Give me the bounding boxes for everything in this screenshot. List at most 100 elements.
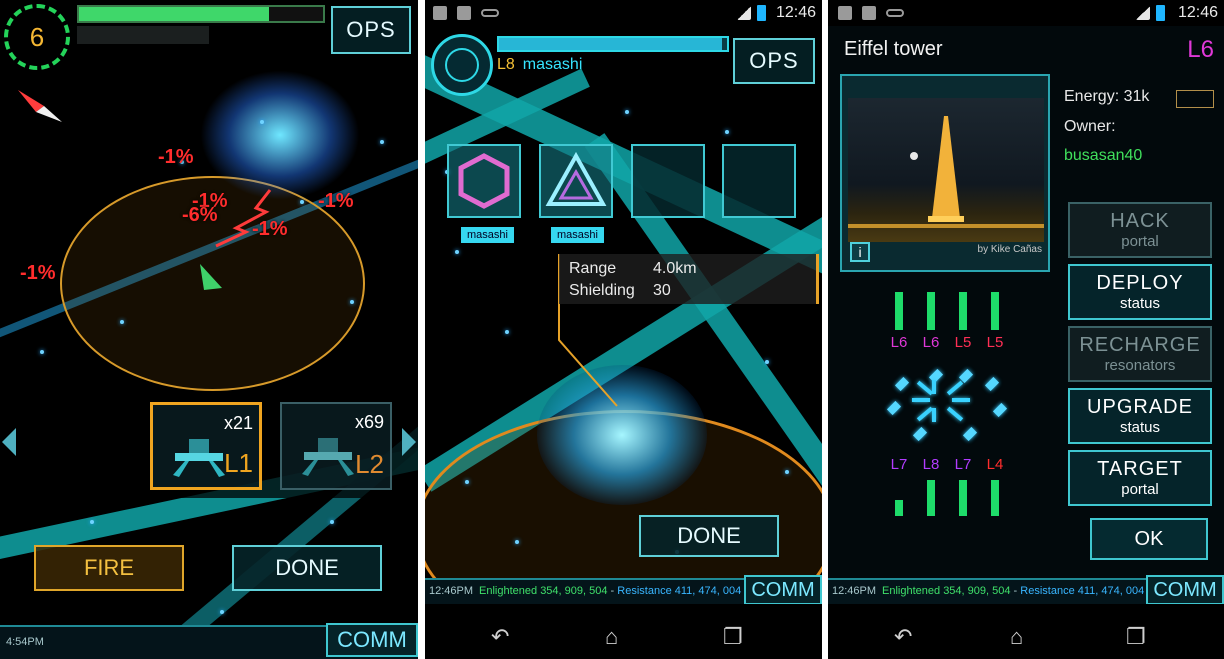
resonator-energy-bar <box>959 292 967 330</box>
recent-apps-icon[interactable]: ❐ <box>723 624 743 650</box>
done-button[interactable]: DONE <box>639 515 779 557</box>
player-level-badge[interactable]: 6 <box>4 4 70 70</box>
gmail-icon <box>457 6 471 20</box>
battery-icon <box>1156 5 1165 21</box>
upgrade-status-button[interactable]: UPGRADE status <box>1068 388 1212 444</box>
portal-energy-bar <box>497 36 729 52</box>
button-sublabel: status <box>1119 295 1161 312</box>
mod-slot-empty[interactable] <box>631 144 705 218</box>
portal-photo[interactable] <box>848 98 1044 242</box>
portal-owner: masashi <box>522 56 583 73</box>
energy-fill <box>499 38 723 50</box>
portal-level: L6 <box>1187 36 1214 63</box>
google-plus-icon <box>838 6 852 20</box>
recharge-resonators-button[interactable]: RECHARGE resonators <box>1068 326 1212 382</box>
mod-slot[interactable] <box>447 144 521 218</box>
comm-button[interactable]: COMM <box>326 623 418 657</box>
back-icon[interactable]: ↶ <box>894 624 912 650</box>
weapon-level: L1 <box>224 448 253 478</box>
button-sublabel: status <box>1119 419 1161 436</box>
portal-level: L8 <box>497 56 515 73</box>
compass-icon[interactable] <box>14 86 64 126</box>
android-nav-bar: ↶ ⌂ ❐ <box>828 604 1224 659</box>
portal-name: Eiffel tower <box>844 38 943 60</box>
clock-time: 4:54PM <box>6 636 44 648</box>
owner-name[interactable]: busasan40 <box>1064 147 1142 165</box>
mod-owner-tag: masashi <box>461 227 514 243</box>
prev-weapon-arrow-icon[interactable] <box>2 428 16 456</box>
home-icon[interactable]: ⌂ <box>605 624 618 650</box>
ticker-separator: - <box>1013 585 1018 597</box>
signal-icon <box>1136 6 1150 20</box>
player-name-field <box>77 26 209 44</box>
mod-slot[interactable] <box>539 144 613 218</box>
ok-button[interactable]: OK <box>1090 518 1208 560</box>
enlightened-score: Enlightened 354, 909, 504 <box>479 585 608 597</box>
recent-apps-icon[interactable]: ❐ <box>1126 624 1146 650</box>
resonator-energy-bar <box>959 480 967 516</box>
ops-button[interactable]: OPS <box>733 38 815 84</box>
weapon-level: L2 <box>355 449 384 479</box>
resonator-icon <box>984 376 1000 392</box>
xp-bar-fill <box>79 7 270 21</box>
xp-bar <box>77 5 325 23</box>
portal-core-ray <box>912 398 930 402</box>
portal-core-ray <box>946 406 964 422</box>
range-value: 4.0km <box>653 260 697 277</box>
portal-stats-box: Range 4.0km Shielding 30 <box>559 254 819 304</box>
portal-photo-frame: by Kike Cañas i <box>840 74 1050 272</box>
owner-label: Owner: <box>1064 118 1116 135</box>
hack-portal-button[interactable]: HACK portal <box>1068 202 1212 258</box>
photo-credit: by Kike Cañas <box>977 244 1042 255</box>
button-label: UPGRADE <box>1087 396 1193 418</box>
resonator-level: L5 <box>986 334 1004 351</box>
portal-key-icon[interactable] <box>1176 90 1214 108</box>
energy-label: Energy: <box>1064 88 1120 105</box>
portal-owner-line: L8 masashi <box>497 56 582 74</box>
portal-detail-screen: 12:46 L8 masashi OPS masashi masashi Rang… <box>425 0 822 659</box>
resonator-level: L6 <box>922 334 940 351</box>
android-nav-bar: ↶ ⌂ ❐ <box>425 604 822 659</box>
home-icon[interactable]: ⌂ <box>1010 624 1023 650</box>
info-icon[interactable]: i <box>850 242 870 262</box>
fire-button[interactable]: FIRE <box>34 545 184 591</box>
resonator-energy-bar <box>927 292 935 330</box>
gmail-icon <box>862 6 876 20</box>
portal-info-screen: 12:46 Eiffel tower L6 by Kike Cañas i En… <box>828 0 1224 659</box>
mod-slot-empty[interactable] <box>722 144 796 218</box>
comm-button[interactable]: COMM <box>1146 575 1224 605</box>
ticker-time: 12:46PM <box>832 585 877 597</box>
button-sublabel: portal <box>1121 481 1159 498</box>
status-bar: 12:46 <box>828 0 1224 26</box>
resonator-level: L8 <box>922 456 940 473</box>
weapon-card-xmp-l2[interactable]: x69 L2 <box>280 402 392 490</box>
resonator-icon <box>894 376 910 392</box>
faction-badge <box>431 34 493 96</box>
attack-screen: -1% -1% -6% -1% -1% -1% 6 OPS x21 L1 x69… <box>0 0 418 659</box>
resonator-icon <box>886 400 902 416</box>
target-portal-button[interactable]: TARGET portal <box>1068 450 1212 506</box>
done-button[interactable]: DONE <box>232 545 382 591</box>
weapon-count: x69 <box>354 412 384 432</box>
back-icon[interactable]: ↶ <box>491 624 509 650</box>
ops-button[interactable]: OPS <box>331 6 411 54</box>
button-label: HACK <box>1110 210 1170 232</box>
resonator-icon <box>912 426 928 442</box>
button-label: TARGET <box>1097 458 1183 480</box>
range-label: Range <box>569 260 617 277</box>
resonator-level: L4 <box>986 456 1004 473</box>
weapon-count: x21 <box>223 413 253 433</box>
comm-button[interactable]: COMM <box>744 575 822 605</box>
deploy-status-button[interactable]: DEPLOY status <box>1068 264 1212 320</box>
resistance-score: Resistance 411, 474, 004 <box>617 585 742 597</box>
next-weapon-arrow-icon[interactable] <box>402 428 416 456</box>
resonator-level: L5 <box>954 334 972 351</box>
energy-value: 31k <box>1123 88 1150 105</box>
weapon-card-xmp-l1[interactable]: x21 L1 <box>150 402 262 490</box>
portal-core-ray <box>952 398 970 402</box>
damage-label: -1% <box>158 146 194 168</box>
resonator-energy-bar <box>895 500 903 516</box>
heatsink-mod-icon <box>545 151 607 206</box>
resonator-level: L7 <box>890 456 908 473</box>
voicemail-icon <box>886 9 904 17</box>
